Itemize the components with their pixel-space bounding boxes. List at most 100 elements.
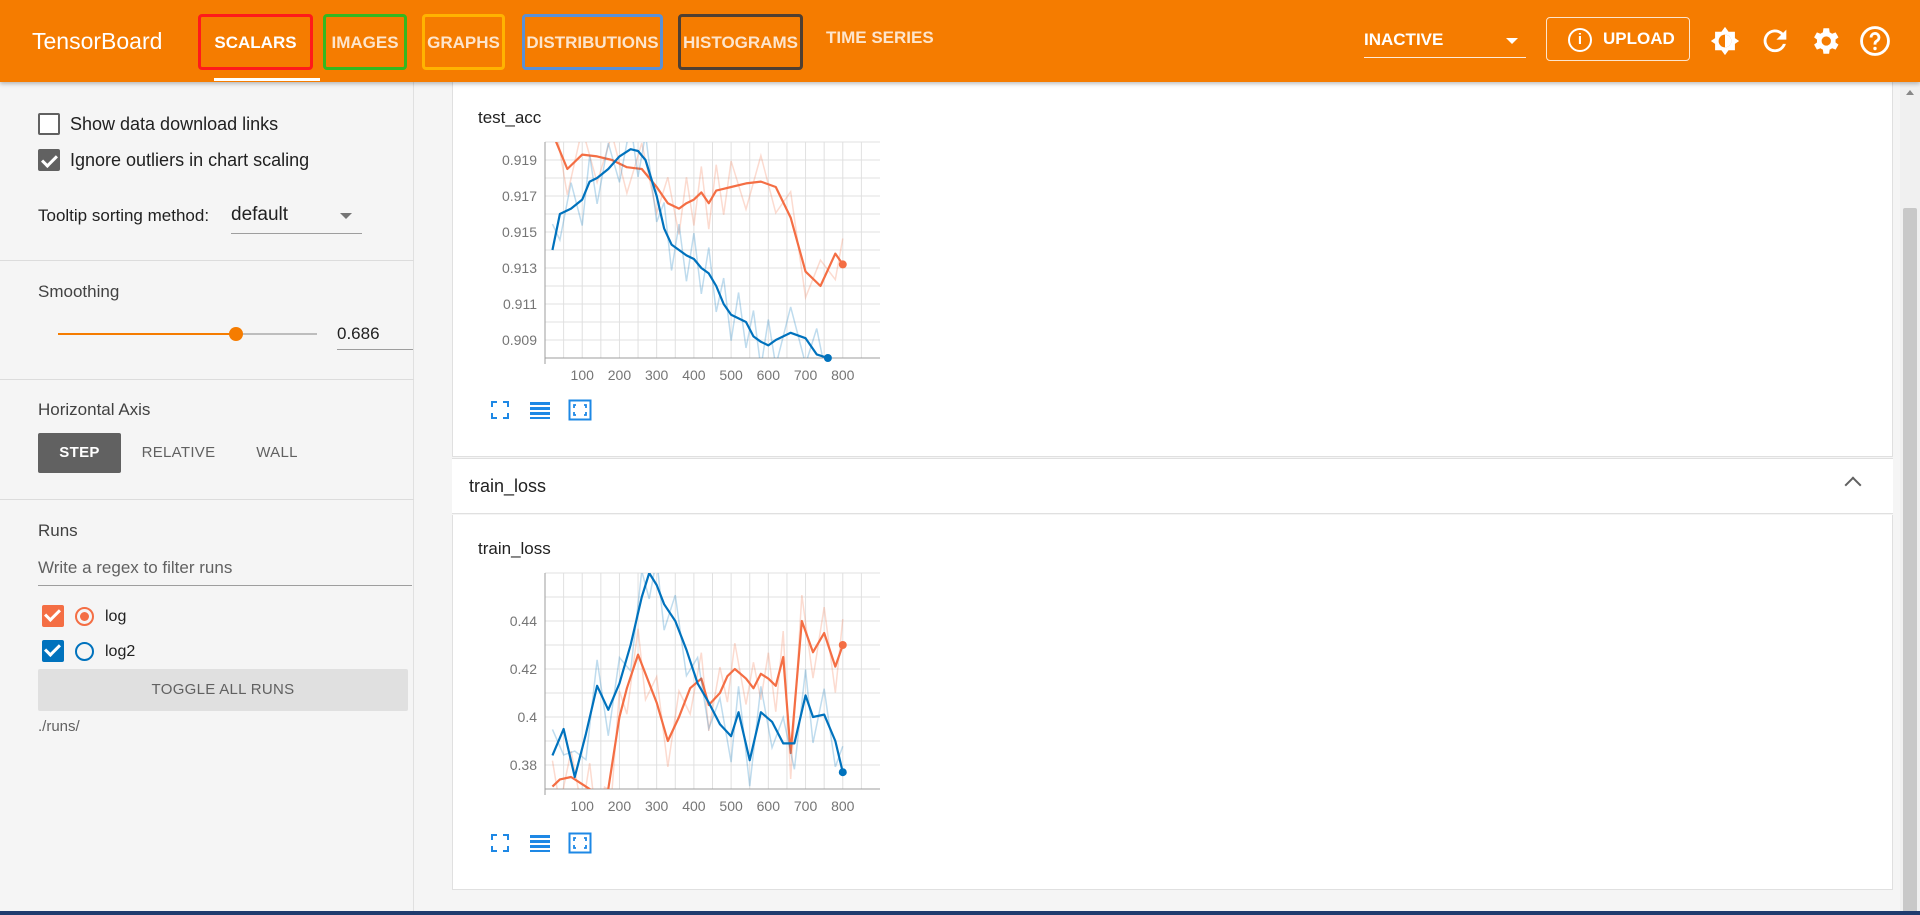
series-end-point-log (838, 641, 847, 649)
run-log2-radio[interactable] (75, 642, 94, 661)
fit-domain-icon[interactable] (567, 398, 593, 422)
tooltip-sorting-select[interactable]: default (231, 200, 362, 234)
run-log2-name: log2 (105, 643, 136, 660)
chart-card-test-acc: test_acc 0.909 0.911 0.913 0.915 0.917 0.919 1… (452, 82, 1893, 457)
scrollbar-thumb[interactable] (1903, 208, 1917, 915)
y-tick-label: 0.911 (503, 296, 537, 312)
tooltip-sorting-label: Tooltip sorting method: (38, 206, 210, 225)
tab-distributions[interactable]: DISTRIBUTIONS (522, 14, 663, 70)
x-tick-label: 800 (831, 367, 855, 383)
x-tick-label: 400 (682, 798, 706, 814)
series-raw-line-log (557, 142, 844, 301)
series-end-point-log2 (838, 768, 847, 777)
x-tick-label: 700 (794, 367, 818, 383)
y-tick-label: 0.915 (502, 224, 537, 240)
help-icon[interactable] (1858, 24, 1892, 58)
series-end-point-log (838, 260, 847, 269)
run-status-select[interactable]: INACTIVE (1364, 24, 1526, 58)
log-directory: ./runs/ (38, 718, 80, 735)
show-download-links-label: Show data download links (70, 114, 279, 134)
radio-dot (80, 612, 89, 621)
x-tick-label: 700 (794, 798, 818, 814)
y-tick-label: 0.4 (518, 709, 538, 725)
fullscreen-icon[interactable] (487, 831, 513, 855)
x-tick-label: 600 (757, 367, 781, 383)
run-log2-checkbox[interactable] (42, 640, 64, 662)
x-tick-label: 500 (719, 367, 743, 383)
tooltip-sorting-value: default (231, 204, 289, 225)
active-tab-indicator (214, 78, 320, 81)
smoothing-label: Smoothing (38, 282, 120, 301)
x-tick-label: 800 (831, 798, 855, 814)
x-tick-label: 500 (719, 798, 743, 814)
taskbar-edge (0, 911, 1920, 915)
app-title: TensorBoard (32, 28, 163, 54)
smoothing-slider-thumb[interactable] (228, 327, 243, 341)
x-tick-label: 600 (757, 798, 781, 814)
theme-icon[interactable] (1708, 24, 1742, 58)
checkbox-box[interactable] (38, 113, 60, 135)
y-tick-label: 0.44 (510, 613, 537, 629)
axis-wall-button[interactable]: WALL (238, 433, 316, 473)
tab-scalars-label: SCALARS (214, 33, 297, 52)
x-tick-label: 100 (571, 798, 595, 814)
run-log-checkbox[interactable] (42, 605, 64, 627)
group-header-train-loss[interactable]: train_loss (452, 458, 1893, 514)
series-end-point-log2 (823, 354, 832, 362)
y-tick-label: 0.42 (510, 661, 537, 677)
tab-histograms[interactable]: HISTOGRAMS (678, 14, 803, 70)
upload-button[interactable]: i UPLOAD (1546, 17, 1690, 61)
train-loss-chart[interactable]: 0.38 0.4 0.42 0.44 100 200 300 400 500 600 700 800 (453, 553, 893, 873)
runs-label: Runs (38, 521, 78, 540)
x-tick-label: 300 (645, 798, 669, 814)
data-table-icon[interactable] (527, 398, 553, 422)
tab-graphs-label: GRAPHS (427, 33, 500, 52)
plot-area (551, 142, 844, 358)
tab-scalars[interactable]: SCALARS (198, 14, 320, 81)
sidebar: Show data download links Ignore outliers… (0, 82, 414, 915)
vertical-scrollbar[interactable] (1900, 82, 1920, 915)
group-title: train_loss (469, 476, 547, 496)
test-acc-chart[interactable]: 0.909 0.911 0.913 0.915 0.917 0.919 100 200 300 4… (453, 122, 893, 442)
chevron-up-icon[interactable] (1844, 476, 1862, 494)
run-log-name: log (105, 608, 127, 625)
y-tick-label: 0.917 (502, 188, 537, 204)
tab-images-label: IMAGES (331, 33, 399, 52)
x-tick-label: 300 (645, 367, 669, 383)
smoothing-value-input[interactable]: 0.686 (337, 320, 413, 350)
x-tick-label: 400 (682, 367, 706, 383)
x-tick-label: 100 (571, 367, 595, 383)
upload-label: UPLOAD (1603, 29, 1675, 48)
tab-images[interactable]: IMAGES (323, 14, 407, 70)
axis-relative-button[interactable]: RELATIVE (131, 433, 226, 473)
ignore-outliers-label: Ignore outliers in chart scaling (70, 150, 310, 170)
data-table-icon[interactable] (527, 831, 553, 855)
y-tick-label: 0.38 (510, 757, 537, 773)
top-app-bar: TensorBoard SCALARS IMAGES GRAPHS DISTRI… (0, 0, 1920, 82)
divider (0, 379, 414, 380)
checkbox-box[interactable] (38, 149, 60, 171)
refresh-icon[interactable] (1758, 24, 1792, 58)
axis-step-button[interactable]: STEP (38, 433, 121, 473)
fullscreen-icon[interactable] (487, 398, 513, 422)
settings-icon[interactable] (1808, 24, 1842, 58)
run-log-radio[interactable] (75, 607, 94, 626)
runs-filter-input[interactable]: Write a regex to filter runs (38, 554, 412, 586)
horizontal-axis-label: Horizontal Axis (38, 400, 151, 419)
toggle-all-runs-button[interactable]: TOGGLE ALL RUNS (38, 669, 408, 711)
y-tick-label: 0.919 (502, 152, 537, 168)
series-raw-line-log (551, 594, 844, 789)
divider (0, 260, 414, 261)
chevron-down-icon (340, 213, 352, 219)
x-tick-label: 200 (608, 367, 632, 383)
y-tick-label: 0.913 (502, 260, 537, 276)
smoothing-slider[interactable] (58, 327, 317, 341)
tab-histograms-label: HISTOGRAMS (683, 33, 798, 52)
info-icon: i (1568, 28, 1592, 52)
chevron-down-icon (1506, 38, 1518, 44)
scroll-up-icon[interactable] (1906, 90, 1914, 95)
tab-graphs[interactable]: GRAPHS (422, 14, 505, 70)
tab-time-series[interactable]: TIME SERIES (826, 28, 934, 48)
chart-card-train-loss: train_loss 0.38 0.4 0.42 0.44 100 200 300 400 50… (452, 515, 1893, 890)
fit-domain-icon[interactable] (567, 831, 593, 855)
